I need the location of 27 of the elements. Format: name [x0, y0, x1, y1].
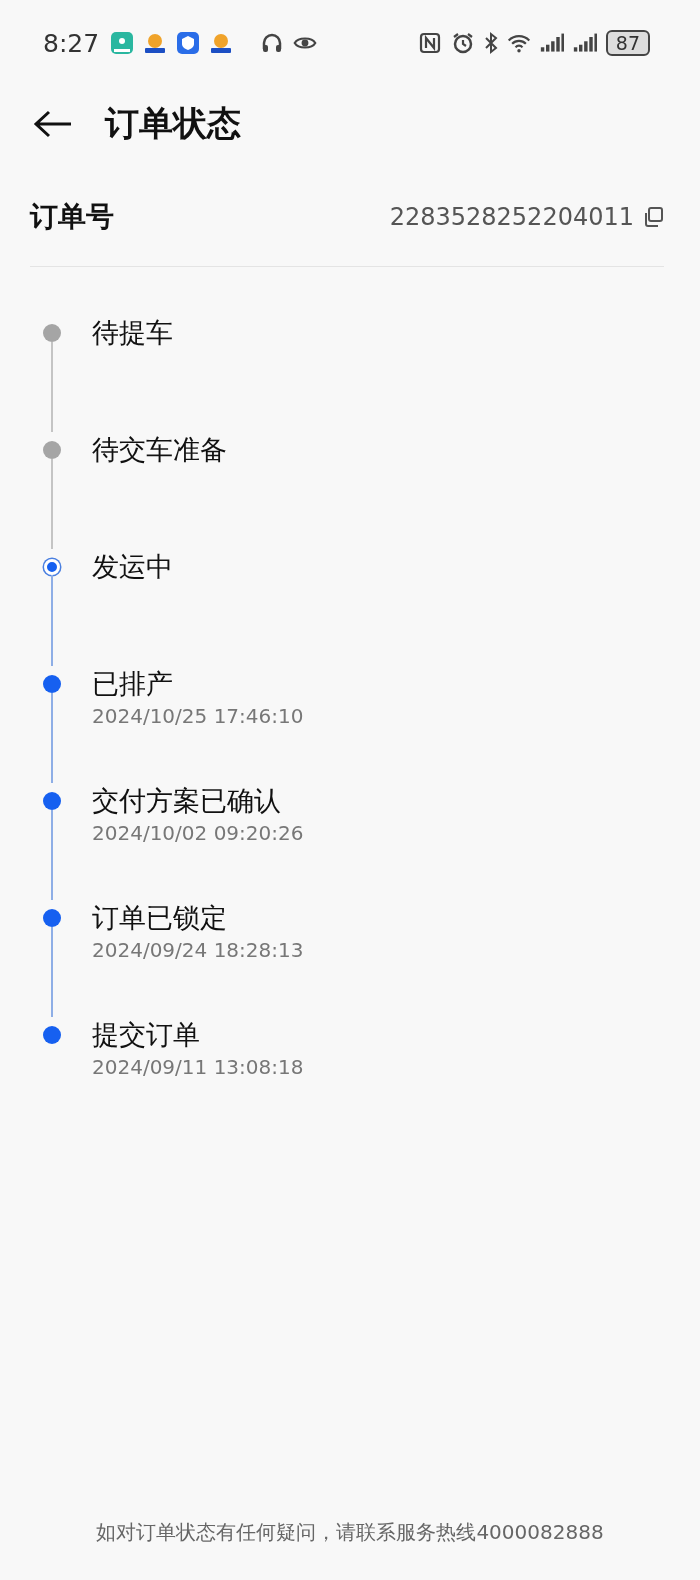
step-time: 2024/10/25 17:46:10: [92, 704, 305, 728]
step-time: 2024/10/02 09:20:26: [92, 821, 305, 845]
signal-icon: [539, 31, 564, 55]
app-icon: [209, 31, 234, 55]
app-icon: [110, 31, 135, 55]
copy-icon[interactable]: [642, 206, 664, 228]
step-title: 订单已锁定: [92, 901, 228, 935]
hotline-note: 如对订单状态有任何疑问，请联系服务热线4000082888: [95, 1519, 605, 1546]
nfc-icon: [417, 31, 442, 55]
bluetooth-icon: [483, 31, 498, 55]
step-title: 交付方案已确认: [92, 784, 282, 818]
status-time: 8:27: [43, 28, 100, 58]
app-icon: [176, 31, 201, 55]
order-number-label: 订单号: [30, 199, 114, 235]
step-title: 待提车: [92, 316, 174, 350]
order-number: 2283528252204011: [389, 203, 634, 231]
signal-icon: [572, 31, 597, 55]
step-title: 待交车准备: [92, 433, 228, 467]
step-title: 提交订单: [92, 1018, 201, 1052]
page-title: 订单状态: [105, 102, 241, 145]
back-arrow-icon[interactable]: [33, 109, 73, 139]
app-icon: [143, 31, 168, 55]
battery-level: 87: [605, 30, 650, 56]
step-title: 已排产: [92, 667, 174, 701]
step-time: 2024/09/11 13:08:18: [92, 1055, 305, 1079]
step-time: 2024/09/24 18:28:13: [92, 938, 305, 962]
step-title: 发运中: [92, 550, 174, 584]
